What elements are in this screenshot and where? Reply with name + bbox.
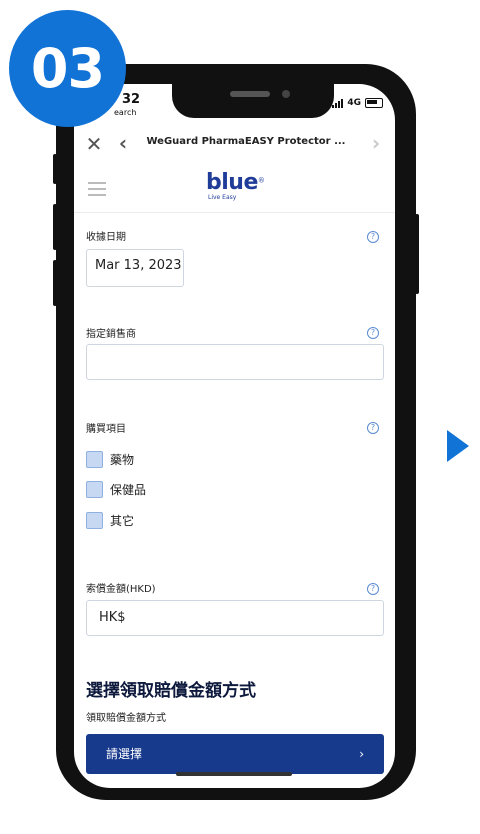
checkbox[interactable] (86, 451, 103, 468)
close-icon[interactable]: ✕ (82, 132, 106, 156)
battery-icon (365, 98, 383, 108)
phone-volume-up (53, 204, 57, 250)
checkbox-health-products[interactable]: 保健品 (86, 481, 146, 498)
checkbox-label: 其它 (110, 514, 135, 528)
browser-navbar: ✕ ‹ WeGuard PharmaEASY Protector ... › (74, 128, 395, 164)
purchase-label: 購買項目 (86, 424, 126, 435)
app-header: blue® Live Easy (74, 166, 395, 213)
payout-section-title: 選擇領取賠償金額方式 (86, 681, 256, 701)
help-icon[interactable]: ? (367, 422, 379, 434)
step-badge: 03 (9, 10, 126, 127)
notch (172, 84, 334, 118)
brand-logo[interactable]: blue® Live Easy (206, 172, 265, 202)
checkbox-medicine[interactable]: 藥物 (86, 451, 134, 468)
camera (282, 90, 290, 98)
chevron-right-icon[interactable]: › (365, 131, 387, 155)
page-title: WeGuard PharmaEASY Protector ... (146, 136, 346, 147)
next-step-arrow-icon (447, 430, 469, 462)
status-back-app[interactable]: earch (114, 108, 136, 117)
select-label: 請選擇 (106, 747, 143, 761)
amount-label: 索償金額(HKD) (86, 584, 156, 595)
receipt-date-input[interactable]: Mar 13, 2023 (86, 249, 184, 287)
amount-input[interactable]: HK$ (86, 600, 384, 636)
dealer-label: 指定銷售商 (86, 329, 136, 340)
phone-frame: 32 earch 4G ✕ ‹ WeGuard PharmaEASY Prote… (53, 64, 419, 800)
status-indicators: 4G (332, 98, 383, 108)
chevron-left-icon[interactable]: ‹ (112, 131, 134, 155)
payout-method-label: 領取賠償金額方式 (86, 713, 166, 724)
checkbox[interactable] (86, 481, 103, 498)
chevron-right-icon: › (359, 747, 364, 761)
phone-screen: 32 earch 4G ✕ ‹ WeGuard PharmaEASY Prote… (74, 84, 395, 788)
dealer-input[interactable] (86, 344, 384, 380)
network-label: 4G (347, 98, 361, 108)
speaker (230, 91, 270, 97)
phone-side-button (53, 154, 57, 184)
home-indicator[interactable] (176, 772, 292, 776)
phone-power-button (415, 214, 419, 294)
payout-method-select[interactable]: 請選擇 › (86, 734, 384, 774)
menu-icon[interactable] (88, 182, 106, 196)
checkbox-label: 藥物 (110, 453, 135, 467)
status-time: 32 (122, 92, 141, 107)
logo-text: blue (206, 170, 258, 195)
checkbox-label: 保健品 (110, 483, 147, 497)
phone-volume-down (53, 260, 57, 306)
help-icon[interactable]: ? (367, 583, 379, 595)
checkbox[interactable] (86, 512, 103, 529)
help-icon[interactable]: ? (367, 327, 379, 339)
checkbox-others[interactable]: 其它 (86, 512, 134, 529)
receipt-date-label: 收據日期 (86, 232, 126, 243)
signal-icon (332, 98, 344, 108)
help-icon[interactable]: ? (367, 231, 379, 243)
logo-tagline: Live Easy (208, 194, 237, 201)
